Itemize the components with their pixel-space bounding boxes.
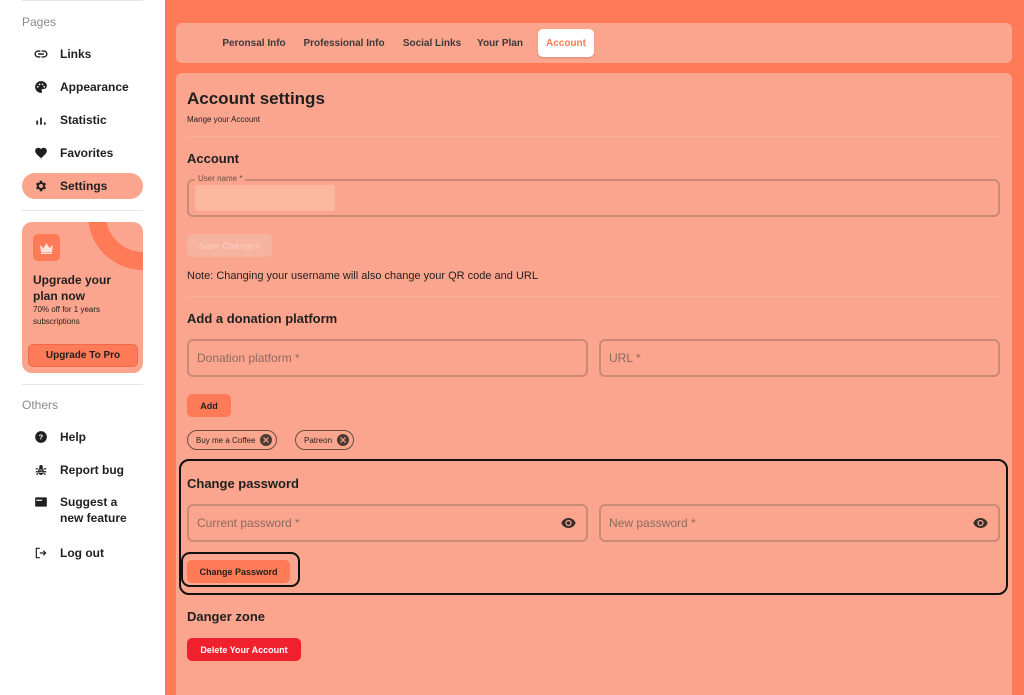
remove-chip-icon[interactable] [337, 434, 350, 446]
tab-your-plan[interactable]: Your Plan [474, 29, 526, 57]
donation-platform-placeholder: Donation platform * [197, 351, 300, 365]
sidebar-item-label: Links [60, 47, 92, 61]
tab-personal-info[interactable]: Peronsal Info [216, 29, 292, 57]
sidebar-item-label: Log out [60, 546, 104, 560]
section-divider [187, 296, 1000, 297]
sidebar-item-appearance[interactable]: Appearance [22, 74, 143, 100]
sidebar-item-log-out[interactable]: Log out [22, 540, 143, 566]
sidebar-divider [22, 384, 143, 385]
chip-label: Buy me a Coffee [196, 435, 256, 445]
eye-icon[interactable] [973, 517, 988, 529]
heart-icon [34, 146, 48, 160]
bug-icon [34, 463, 48, 477]
danger-zone-title: Danger zone [187, 609, 266, 624]
promo-decoration [88, 222, 143, 270]
promo-title: Upgrade your plan now [33, 273, 112, 303]
sidebar-item-report-bug[interactable]: Report bug [22, 457, 143, 483]
username-label: User name * [195, 174, 246, 183]
remove-chip-icon[interactable] [260, 434, 273, 446]
palette-icon [34, 80, 48, 94]
account-section-title: Account [187, 151, 239, 166]
tab-professional-info[interactable]: Professional Info [300, 29, 388, 57]
crown-icon [33, 234, 60, 261]
sidebar-item-label: Report bug [60, 463, 124, 477]
sidebar-item-label: Suggest a new feature [60, 495, 127, 525]
page-subtitle: Mange your Account [187, 115, 260, 124]
url-placeholder: URL * [609, 351, 641, 365]
sidebar-item-favorites[interactable]: Favorites [22, 140, 143, 166]
tab-social-links[interactable]: Social Links [398, 29, 466, 57]
page-title: Account settings [187, 89, 325, 108]
current-password-placeholder: Current password * [197, 516, 300, 530]
sidebar-top-divider [22, 0, 143, 1]
sidebar-item-label: Appearance [60, 80, 129, 94]
promo-subtitle: 70% off for 1 years subscriptions [33, 305, 100, 326]
add-donation-button[interactable]: Add [187, 394, 231, 417]
pages-section-label: Pages [22, 15, 57, 29]
sidebar: Pages Links Appearance Statistic Favorit… [0, 0, 165, 695]
sidebar-item-label: Settings [60, 179, 108, 193]
svg-text:?: ? [39, 433, 44, 442]
sidebar-item-label: Statistic [60, 113, 107, 127]
help-icon: ? [34, 430, 48, 444]
donation-chip: Buy me a Coffee [187, 430, 278, 450]
tab-account[interactable]: Account [538, 29, 594, 57]
sidebar-item-links[interactable]: Links [22, 41, 143, 67]
sidebar-item-help[interactable]: ? Help [22, 424, 143, 450]
main-content: Peronsal Info Professional Info Social L… [165, 0, 1024, 695]
eye-icon[interactable] [561, 517, 576, 529]
change-password-title: Change password [187, 476, 299, 491]
logout-icon [34, 546, 48, 560]
url-input[interactable]: URL * [599, 339, 1000, 377]
donation-platform-input[interactable]: Donation platform * [187, 339, 588, 377]
sidebar-item-settings[interactable]: Settings [22, 173, 143, 199]
save-changes-button[interactable]: Save Changes [187, 234, 272, 257]
gear-icon [34, 179, 48, 193]
upgrade-to-pro-button[interactable]: Upgrade To Pro [28, 344, 138, 367]
account-settings-panel: Account settings Mange your Account Acco… [176, 73, 1012, 695]
upgrade-promo-card: Upgrade your plan now 70% off for 1 year… [22, 222, 143, 373]
new-password-input[interactable]: New password * [599, 504, 1000, 542]
sidebar-item-label: Favorites [60, 146, 114, 160]
change-password-button[interactable]: Change Password [187, 560, 290, 583]
sidebar-item-label: Help [60, 430, 87, 444]
username-field[interactable]: User name * [187, 174, 1000, 217]
link-icon [34, 47, 48, 61]
username-value-redacted [195, 185, 335, 211]
sidebar-item-statistic[interactable]: Statistic [22, 107, 143, 133]
settings-tabs: Peronsal Info Professional Info Social L… [176, 23, 1012, 63]
sidebar-item-suggest-feature[interactable]: Suggest a new feature [22, 490, 143, 530]
current-password-input[interactable]: Current password * [187, 504, 588, 542]
donation-section-title: Add a donation platform [187, 311, 338, 326]
username-note: Note: Changing your username will also c… [187, 270, 538, 282]
donation-chip: Patreon [295, 430, 355, 450]
feature-icon [34, 495, 48, 509]
new-password-placeholder: New password * [609, 516, 696, 530]
section-divider [187, 136, 1000, 137]
bar-chart-icon [34, 113, 48, 127]
sidebar-divider [22, 210, 143, 211]
chip-label: Patreon [304, 435, 333, 445]
delete-account-button[interactable]: Delete Your Account [187, 638, 301, 661]
others-section-label: Others [22, 398, 59, 412]
